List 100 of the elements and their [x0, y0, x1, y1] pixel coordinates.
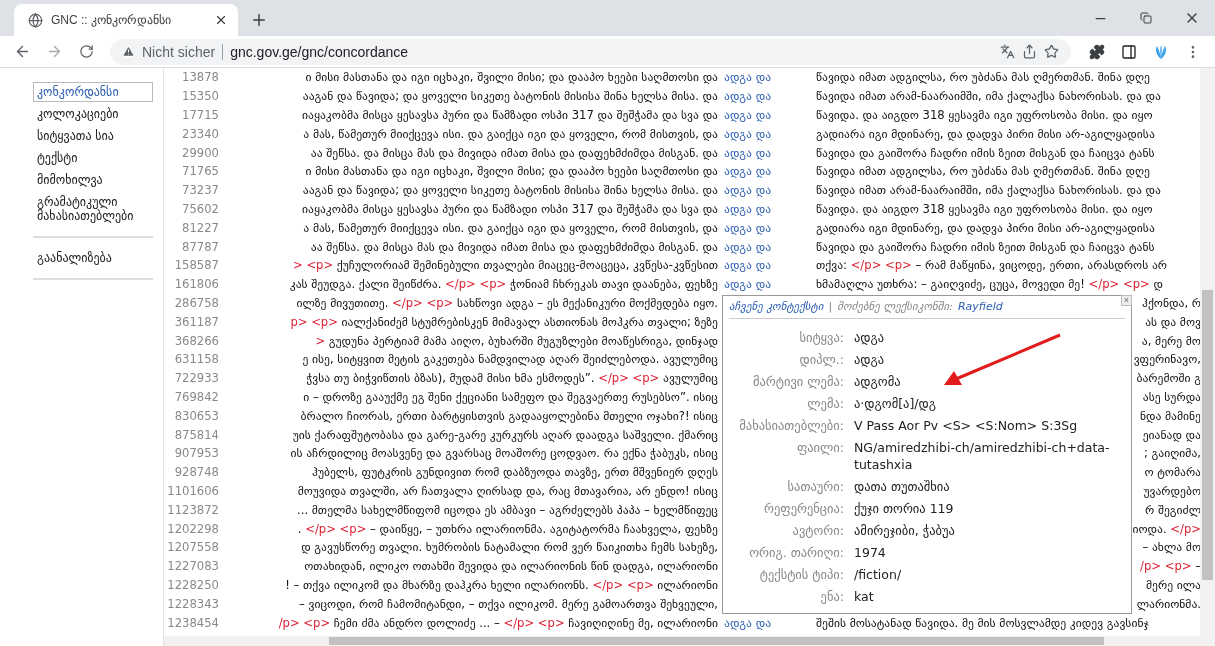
- close-icon[interactable]: [214, 13, 228, 27]
- right-context: წავიდა და გაიშორა ჩადრი იმის ზეით მისგან და ჩაიცვა ტანს: [816, 145, 1155, 160]
- keyword-link[interactable]: ადგა და: [722, 201, 772, 216]
- left-context: მოუვიდა თვალში, არ ჩათვალა ღირსად და, რაც მთავარია, არ ენდო! ისიც: [297, 483, 718, 498]
- keyword-link[interactable]: ადგა და: [722, 258, 772, 273]
- sidebar-item[interactable]: მიმოხილვა: [33, 170, 153, 190]
- share-icon[interactable]: [1022, 44, 1037, 59]
- sidebar-item[interactable]: გრამატიკული მახასიათებლები: [33, 192, 153, 226]
- keyword-link[interactable]: ადგა და: [722, 126, 772, 141]
- field-label: ლემა:: [807, 394, 844, 412]
- right-context: ჰქონდა, რ: [1142, 295, 1201, 310]
- address-bar[interactable]: Nicht sicher gnc.gov.ge/gnc/concordance: [110, 38, 1071, 65]
- vertical-scrollbar[interactable]: [1200, 68, 1215, 636]
- right-context: მერე ილა: [1146, 577, 1201, 592]
- right-context: ; გაიღიმა,: [1144, 446, 1201, 461]
- star-icon[interactable]: [1044, 44, 1059, 59]
- security-label: Nicht sicher: [142, 43, 216, 60]
- left-context: ააგან და წავიდა; და ყოველი სიკეთე ბატონის მისისა შინა ხელსა მისა. და: [302, 89, 718, 104]
- field-label: ავტორი:: [792, 521, 844, 539]
- line-number: 631158: [174, 352, 219, 367]
- line-number: 15350: [182, 89, 219, 104]
- plus-icon[interactable]: [250, 11, 268, 29]
- sidebar-item[interactable]: ტექსტი: [33, 148, 153, 168]
- left-context: იაყაკობმა მისცა ყესავსა პური და წამზადი ოსპი 317 და შეშჭამა და სვა და: [302, 108, 718, 122]
- field-value: დათა თუთაშხია: [854, 477, 951, 495]
- line-number: 722933: [174, 371, 219, 386]
- keyword-link[interactable]: ადგა და: [722, 108, 772, 122]
- translate-icon[interactable]: [1000, 44, 1015, 59]
- keyword-link[interactable]: ადგა და: [722, 220, 772, 235]
- right-context: ვფერინავო,: [1133, 352, 1201, 367]
- left-context: აა შეწსა. და მისცა მას და მივიდა იმათ მისა და დაფეხმძიმდა მისგან. და: [310, 145, 718, 160]
- keyword-link[interactable]: ადგა და: [722, 615, 772, 630]
- sidebar-item[interactable]: კოლოკაციები: [33, 104, 153, 124]
- sidebar-item[interactable]: კონკორდანსი: [33, 82, 153, 102]
- left-context: ი მისი მასთანა და იგი იცხაკი, შვილი მისი; და დააპო ხეები საღმთოსი და: [305, 70, 718, 85]
- left-context: იაყაკობმა მისცა ყესავსა პური და წამზადი ოსპი 317 და შეშჭამა და სვა და: [302, 201, 718, 216]
- side-panel-icon[interactable]: [1121, 43, 1137, 60]
- url-text: gnc.gov.ge/gnc/concordance: [230, 43, 409, 60]
- keyword-link[interactable]: ადგა და: [722, 183, 772, 198]
- field-value: ადგა: [854, 328, 886, 346]
- field-label: მახასიათებლები:: [739, 416, 844, 434]
- field-label: რეფერენცია:: [764, 499, 844, 517]
- left-context: . </p> <p> – დაიწყე, – უთხრა ილარიონმა. აგიტატორმა ჩაახველა, ფეხზე: [297, 521, 718, 536]
- keyword-link[interactable]: ადგა და: [722, 164, 772, 179]
- browser-tab[interactable]: GNC :: კონკორდანსი: [14, 4, 238, 36]
- line-number: 1227083: [167, 559, 219, 574]
- field-label: ფაილი:: [796, 438, 844, 457]
- line-number: 1228343: [167, 596, 219, 611]
- reload-icon[interactable]: [78, 44, 94, 59]
- context-link[interactable]: აჩვენე კონტექსტი: [729, 299, 824, 313]
- line-number: 23340: [182, 126, 219, 141]
- field-value: ადგა: [854, 350, 886, 368]
- left-context: ი – დროზე გააუქმე ეგ შენი ქეციანი სამეფო და შეგვაერთე რუსებსო”. ისიც: [303, 389, 718, 404]
- sidebar-item[interactable]: სიტყვათა სია: [33, 126, 153, 146]
- field-label: ენა:: [820, 587, 844, 605]
- right-context: უვარდებო: [1143, 483, 1201, 498]
- keyword-link[interactable]: ადგა და: [722, 277, 772, 292]
- line-number: 875814: [174, 427, 219, 442]
- line-number: 907953: [174, 446, 219, 461]
- line-number: 830653: [174, 408, 219, 423]
- field-label: დიპლ.:: [799, 350, 844, 368]
- tab-title: GNC :: კონკორდანსი: [51, 13, 172, 27]
- right-context: ო ტომარა: [1144, 465, 1201, 480]
- left-context: ის აჩრდილიც მოასვენე და გვარსაც მოაშორე ცოდვაო. რა ექნა ჭაბუკს, ისიც: [290, 446, 718, 461]
- line-number: 29900: [182, 145, 219, 160]
- keyword-link[interactable]: ადგა და: [722, 70, 772, 85]
- field-value: ქუჯი თორია 119: [854, 499, 955, 517]
- right-context: ეიანად და: [1142, 427, 1201, 442]
- left-context: ჭვსა თუ ბიჭვიწთის ბზას), მუდამ მისი ხმა ესმოდეს”. </p> <p> ავულუმიც: [306, 371, 718, 386]
- keyword-link[interactable]: ადგა და: [722, 145, 772, 160]
- keyword-link[interactable]: ადგა და: [722, 239, 772, 254]
- line-number: 769842: [174, 389, 219, 404]
- dictionary-link[interactable]: Rayfield: [957, 299, 1003, 313]
- keyword-link[interactable]: ადგა და: [722, 89, 772, 104]
- field-value: NG/amiredzhibi-ch/amiredzhibi-ch+data-tutashxia: [854, 438, 1111, 473]
- line-number: 73237: [182, 183, 219, 198]
- restore-icon[interactable]: [1140, 12, 1152, 24]
- left-context: ააგან და წავიდა; და ყოველი სიკეთე ბატონის მისისა შინა ხელსა მისა. და: [302, 183, 718, 198]
- right-context: წავიდა. და აიგდო 318 ყესავმა იგი უფროსობა მისი. და იყო: [816, 108, 1153, 122]
- field-value: 1974: [854, 543, 887, 561]
- field-value: ა·დგომ[ა]/დგ: [854, 394, 937, 412]
- right-context: წავიდა იმათ არამ-ნაარაიმში, იმა ქალაქსა ნახორისას. და და: [816, 89, 1161, 104]
- left-context: /p> <p> ჩემი ძმა ანდრო დოლიძე ... – </p> <p> ჩავიღიღინე მე, ილარიონი: [278, 615, 718, 630]
- line-number: 928748: [174, 465, 219, 480]
- left-context: ილზე მივუთითე. </p> <p> სახწოვი ადგა – ეს მექანიკური მოქმედება იყო.: [296, 295, 718, 310]
- horizontal-scrollbar[interactable]: [164, 636, 1215, 646]
- right-context: რ შეგიძლ: [1145, 502, 1201, 517]
- left-context: ა მას, წამეთურ მიიქცევა ისი. და გაიქცა იგი და ყოველი, რომ მისთვის, და: [303, 126, 718, 141]
- right-context: წავიდა იმათ ადგილსა, რო უბძანა მას ღმერთმან. შინა დღე: [816, 70, 1150, 85]
- left-context: ა მას, წამეთურ მიიქცევა ისი. და გაიქცა იგი და ყოველი, რომ მისთვის, და: [303, 220, 718, 235]
- left-context: აა შეწსა. და მისცა მას და მივიდა იმათ მისა და დაფეხმძიმდა მისგან. და: [310, 239, 718, 254]
- right-context: წავიდა იმათ არამ-ნაარაიმში, იმა ქალაქსა ნახორისას. და და: [816, 183, 1161, 198]
- line-number: 75602: [182, 201, 219, 216]
- line-number: 1228250: [167, 577, 219, 592]
- line-number: 1123872: [167, 502, 219, 517]
- puzzle-icon[interactable]: [1089, 43, 1105, 60]
- sidebar-item[interactable]: გაანალიზება: [33, 248, 153, 268]
- right-context: ასე სურდა: [1142, 389, 1201, 404]
- left-context: ოთახიდან, ილიკო ოთახში შევიდა და ილარიონის წინ დადგა, ილარიონი: [304, 559, 718, 574]
- close-button[interactable]: ×: [1121, 294, 1132, 306]
